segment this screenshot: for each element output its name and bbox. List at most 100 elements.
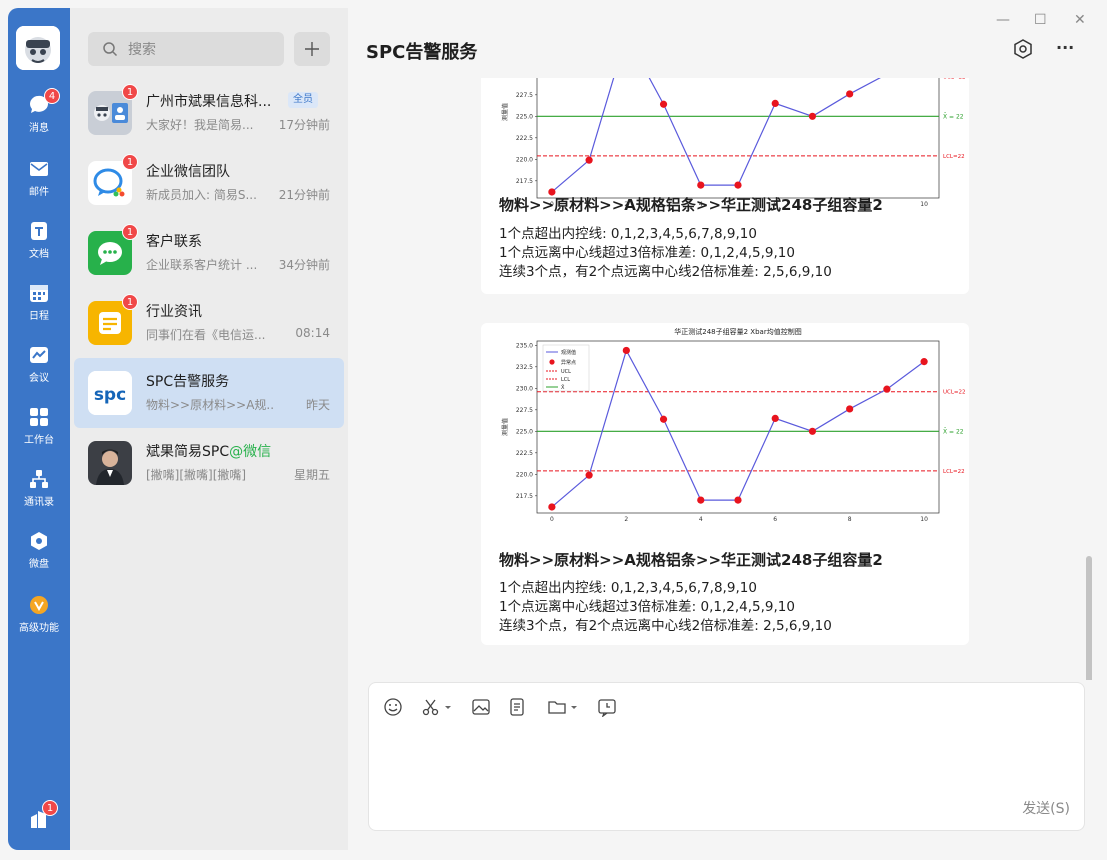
settings-hex-icon[interactable] [1012, 38, 1034, 60]
lcl-label: LCL=22 [943, 469, 965, 475]
legend-label: UCL [561, 369, 571, 375]
data-point [697, 496, 705, 504]
y-tick-label: 217.5 [516, 178, 533, 185]
wechat-suffix: @微信 [229, 444, 272, 460]
rail-calendar-label: 日程 [29, 311, 49, 322]
data-point [622, 346, 630, 355]
message-card: 华正测试248子组容量2 Xbar均值控制图 217.5 220.0 222.5 225… [481, 78, 969, 294]
legend-label: LCL [561, 377, 570, 383]
scrollbar[interactable] [1086, 556, 1092, 680]
y-tick-label: 235.0 [516, 342, 533, 349]
minimize-button[interactable]: — [996, 12, 1010, 28]
conversation-item[interactable]: 1 企业微信团队 新成员加入: 简易S... 21分钟前 [74, 148, 344, 218]
legend-label: 观测值 [561, 349, 576, 356]
conversation-time: 昨天 [305, 398, 330, 412]
rail-meeting[interactable]: 会议 [8, 344, 70, 386]
rail-calendar[interactable]: 日程 [8, 282, 70, 324]
spc-avatar-text: spc [94, 385, 126, 405]
y-axis-label: 测量值 [501, 103, 509, 121]
add-button[interactable] [294, 32, 330, 66]
maximize-button[interactable]: ☐ [1034, 12, 1047, 28]
more-button[interactable]: ··· [1056, 38, 1074, 57]
message-line: 1个点远离中心线超过3倍标准差: 0,1,2,4,5,9,10 [499, 599, 795, 615]
conversation-item[interactable]: 1 客户联系 企业联系客户统计 ... 34分钟前 [74, 218, 344, 288]
conversation-time: 星期五 [293, 468, 330, 482]
rail-bottom-menu[interactable]: 1 [8, 800, 70, 834]
grid-icon [30, 408, 48, 426]
message-line: 1个点超出内控线: 0,1,2,3,4,5,6,7,8,9,10 [499, 580, 757, 596]
conversation-item[interactable]: 斌果简易SPC@微信 [撇嘴][撇嘴][撇嘴] 星期五 [74, 428, 344, 498]
drive-icon [31, 532, 47, 550]
plot-frame [536, 78, 940, 199]
screenshot-scissors-icon[interactable] [421, 697, 441, 717]
data-point [771, 414, 779, 422]
data-point [846, 405, 854, 413]
conversation-title: SPC告警服务 [146, 374, 230, 390]
rail-drive[interactable]: 微盘 [8, 530, 70, 572]
unread-badge: 1 [122, 224, 138, 240]
image-icon[interactable] [471, 697, 491, 717]
message-heading: 物料>>原材料>>A规格铝条>>华正测试248子组容量2 [499, 196, 883, 214]
x-tick-label: 6 [773, 516, 777, 523]
person-avatar [88, 441, 132, 485]
document-icon [31, 222, 47, 240]
data-point [734, 496, 742, 504]
message-composer[interactable]: 发送(S) [368, 682, 1085, 831]
app-window: 消息 4 邮件 文档 日程 会议 工作台 通讯录 微盘 高级功能 1 搜索 1 … [0, 0, 1107, 860]
send-button[interactable]: 发送(S) [1022, 798, 1070, 818]
legend-dot-swatch [549, 359, 555, 365]
schedule-message-icon[interactable] [597, 697, 617, 717]
my-avatar[interactable] [16, 26, 60, 70]
conversation-item-selected[interactable]: spc SPC告警服务 物料>>原材料>>A规... 昨天 [74, 358, 344, 428]
rail-messages-label: 消息 [29, 123, 49, 134]
rail-mail[interactable]: 邮件 [8, 158, 70, 200]
close-button[interactable]: ✕ [1074, 12, 1086, 28]
rail-contacts[interactable]: 通讯录 [8, 468, 70, 510]
control-chart: 华正测试248子组容量2 Xbar均值控制图217.5220.0222.5225… [501, 78, 966, 208]
conversation-title: 客户联系 [146, 234, 202, 250]
ucl-label: UCL=22 [943, 78, 966, 81]
emoji-icon[interactable] [383, 697, 403, 717]
search-box[interactable]: 搜索 [88, 32, 284, 66]
x-tick-label: 4 [699, 516, 703, 523]
data-point [659, 100, 668, 108]
conversation-preview: 物料>>原材料>>A规... [146, 398, 274, 412]
lcl-label: LCL=22 [943, 154, 965, 160]
conversation-item[interactable]: 1 行业资讯 同事们在看《电信运... 08:14 [74, 288, 344, 358]
message-line: 连续3个点，有2个点远离中心线2倍标准差: 2,5,6,9,10 [499, 618, 832, 634]
chevron-down-icon[interactable] [443, 697, 453, 717]
rail-workbench[interactable]: 工作台 [8, 406, 70, 448]
data-point [920, 358, 928, 366]
document-icon[interactable] [507, 697, 527, 717]
legend-label: X̄ [561, 384, 565, 391]
rail-messages[interactable]: 消息 4 [8, 88, 70, 136]
rail-meeting-label: 会议 [29, 373, 49, 384]
y-axis-label: 测量值 [501, 418, 509, 436]
data-point [808, 112, 817, 120]
search-icon [103, 42, 118, 57]
spc-avatar: spc [88, 371, 132, 415]
conversation-preview: 新成员加入: 简易S... [146, 188, 257, 202]
folder-icon[interactable] [547, 697, 567, 717]
org-chart-icon [30, 470, 48, 488]
data-point [697, 181, 705, 189]
conversation-preview: [撇嘴][撇嘴][撇嘴] [146, 468, 247, 482]
rail-drive-label: 微盘 [29, 559, 49, 570]
message-card: 华正测试248子组容量2 Xbar均值控制图 217.5 220.0 222.5 225… [481, 323, 969, 645]
chat-pane: — ☐ ✕ SPC告警服务 ··· 华正测试248子组容量2 Xbar均值控制图… [348, 8, 1099, 850]
data-point [585, 471, 593, 479]
y-tick-label: 220.0 [516, 156, 533, 163]
rail-docs[interactable]: 文档 [8, 220, 70, 262]
conversation-title: 斌果简易SPC@微信 [146, 444, 272, 460]
data-point [548, 503, 556, 511]
y-tick-label: 225.0 [516, 428, 533, 435]
center-label: X̄ = 22 [943, 428, 964, 435]
message-line: 1个点超出内控线: 0,1,2,3,4,5,6,7,8,9,10 [499, 226, 757, 242]
rail-advanced[interactable]: 高级功能 [8, 594, 70, 636]
conversation-list: 搜索 1 广州市斌果信息科... 全员 大家好！我是简易... 17分钟前 1 … [70, 8, 348, 850]
conversation-item[interactable]: 1 广州市斌果信息科... 全员 大家好！我是简易... 17分钟前 [74, 78, 344, 148]
conversation-time: 08:14 [295, 326, 330, 340]
conversation-title: 行业资讯 [146, 304, 202, 320]
chevron-down-icon[interactable] [569, 697, 579, 717]
center-label: X̄ = 22 [943, 113, 964, 120]
